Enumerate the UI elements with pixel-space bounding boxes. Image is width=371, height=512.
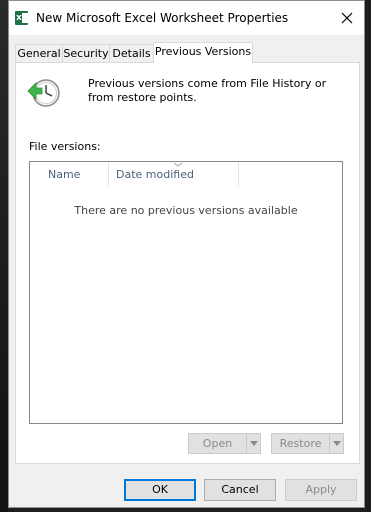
- tab-previous-versions[interactable]: Previous Versions: [153, 42, 253, 63]
- tab-details[interactable]: Details: [109, 44, 154, 62]
- column-header-name[interactable]: Name: [30, 162, 109, 187]
- sort-chevron-icon: [173, 162, 183, 167]
- title-bar[interactable]: x New Microsoft Excel Worksheet Properti…: [9, 1, 364, 35]
- tab-security[interactable]: Security: [62, 44, 110, 62]
- file-versions-label: File versions:: [29, 140, 101, 153]
- dropdown-arrow-icon[interactable]: [333, 441, 341, 446]
- tab-general[interactable]: General: [15, 44, 63, 62]
- empty-list-message: There are no previous versions available: [74, 204, 298, 217]
- excel-file-icon: x: [15, 11, 28, 25]
- open-button-divider: [246, 434, 247, 453]
- dropdown-arrow-icon[interactable]: [250, 441, 258, 446]
- restore-button-divider: [329, 434, 330, 453]
- ok-button[interactable]: OK: [124, 479, 196, 501]
- apply-button[interactable]: Apply: [285, 479, 357, 501]
- open-button[interactable]: Open: [188, 433, 261, 454]
- tab-strip: General Security Details Previous Versio…: [15, 42, 360, 63]
- previous-versions-panel: Previous versions come from File History…: [15, 62, 360, 464]
- background-desktop: [0, 0, 8, 512]
- cancel-button[interactable]: Cancel: [204, 479, 276, 501]
- close-button[interactable]: [334, 5, 360, 31]
- open-button-label: Open: [202, 437, 233, 450]
- properties-dialog: x New Microsoft Excel Worksheet Properti…: [8, 0, 365, 508]
- clock-history-icon: [27, 79, 60, 107]
- close-icon: [341, 12, 353, 24]
- file-versions-list[interactable]: Name Date modified There are no previous…: [29, 161, 343, 424]
- info-text: Previous versions come from File History…: [88, 77, 327, 104]
- window-title: New Microsoft Excel Worksheet Properties: [36, 11, 289, 25]
- restore-button-label: Restore: [279, 437, 322, 450]
- restore-button[interactable]: Restore: [271, 433, 344, 454]
